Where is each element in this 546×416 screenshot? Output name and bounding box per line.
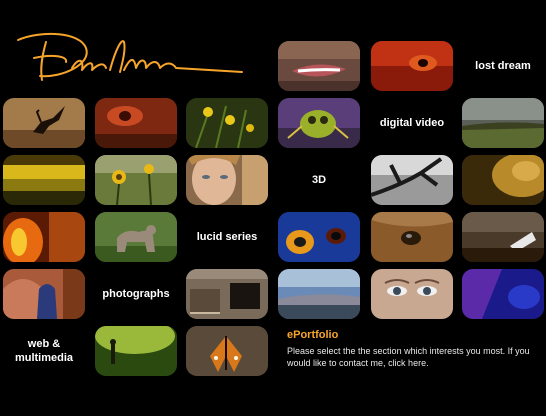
nav-photographs-label: photographs xyxy=(102,288,170,300)
nav-photographs[interactable]: photographs xyxy=(95,269,177,319)
contact-link[interactable]: click here xyxy=(388,358,426,368)
thumb-landscape-sky[interactable] xyxy=(278,269,360,319)
thumb-sunflowers[interactable] xyxy=(95,155,177,205)
thumb-orange-glow[interactable] xyxy=(3,212,85,262)
thumb-horse-eye[interactable] xyxy=(371,212,453,262)
thumb-yellow-field[interactable] xyxy=(3,155,85,205)
nav-digital-video[interactable]: digital video xyxy=(371,98,453,148)
thumb-green-figure[interactable] xyxy=(95,326,177,376)
nav-lucid-series-label: lucid series xyxy=(196,231,258,243)
eportfolio-body-tail: . xyxy=(426,358,429,368)
nav-web-multimedia[interactable]: web & multimedia xyxy=(3,326,85,376)
nav-web-line2: multimedia xyxy=(14,352,74,364)
nav-web-multimedia-label: web & multimedia xyxy=(15,337,73,365)
thumb-green-beetle[interactable] xyxy=(278,98,360,148)
thumb-woman-face[interactable] xyxy=(186,155,268,205)
thumb-heron-silhouette[interactable] xyxy=(3,98,85,148)
eportfolio-description: Please select the the section which inte… xyxy=(287,345,539,369)
thumb-window-ruins[interactable] xyxy=(186,269,268,319)
thumb-purple-abstract[interactable] xyxy=(462,269,544,319)
thumb-dark-figure[interactable] xyxy=(462,212,544,262)
thumb-blue-eye-character[interactable] xyxy=(278,212,360,262)
thumb-golden-gradient[interactable] xyxy=(462,155,544,205)
thumb-yellow-flowers[interactable] xyxy=(186,98,268,148)
eportfolio-page: lost dream digital video 3D lucid series… xyxy=(0,0,546,416)
thumb-wind-turbines-landscape[interactable] xyxy=(462,98,544,148)
signature-logo xyxy=(17,32,243,81)
thumb-lips[interactable] xyxy=(278,41,360,91)
thumb-blue-statue[interactable] xyxy=(3,269,85,319)
thumb-face-eyes[interactable] xyxy=(371,269,453,319)
nav-digital-video-label: digital video xyxy=(379,117,445,129)
thumb-butterfly[interactable] xyxy=(186,326,268,376)
eportfolio-title: ePortfolio xyxy=(287,329,339,341)
nav-web-line1: web & xyxy=(27,338,61,350)
nav-lost-dream-label: lost dream xyxy=(475,60,531,72)
nav-lost-dream[interactable]: lost dream xyxy=(462,41,544,91)
thumb-dog-statue[interactable] xyxy=(95,212,177,262)
thumb-red-eye[interactable] xyxy=(371,41,453,91)
thumb-dark-branches[interactable] xyxy=(371,155,453,205)
nav-lucid-series[interactable]: lucid series xyxy=(186,212,268,262)
nav-3d-label: 3D xyxy=(311,174,327,186)
nav-3d[interactable]: 3D xyxy=(278,155,360,205)
thumb-red-texture[interactable] xyxy=(95,98,177,148)
